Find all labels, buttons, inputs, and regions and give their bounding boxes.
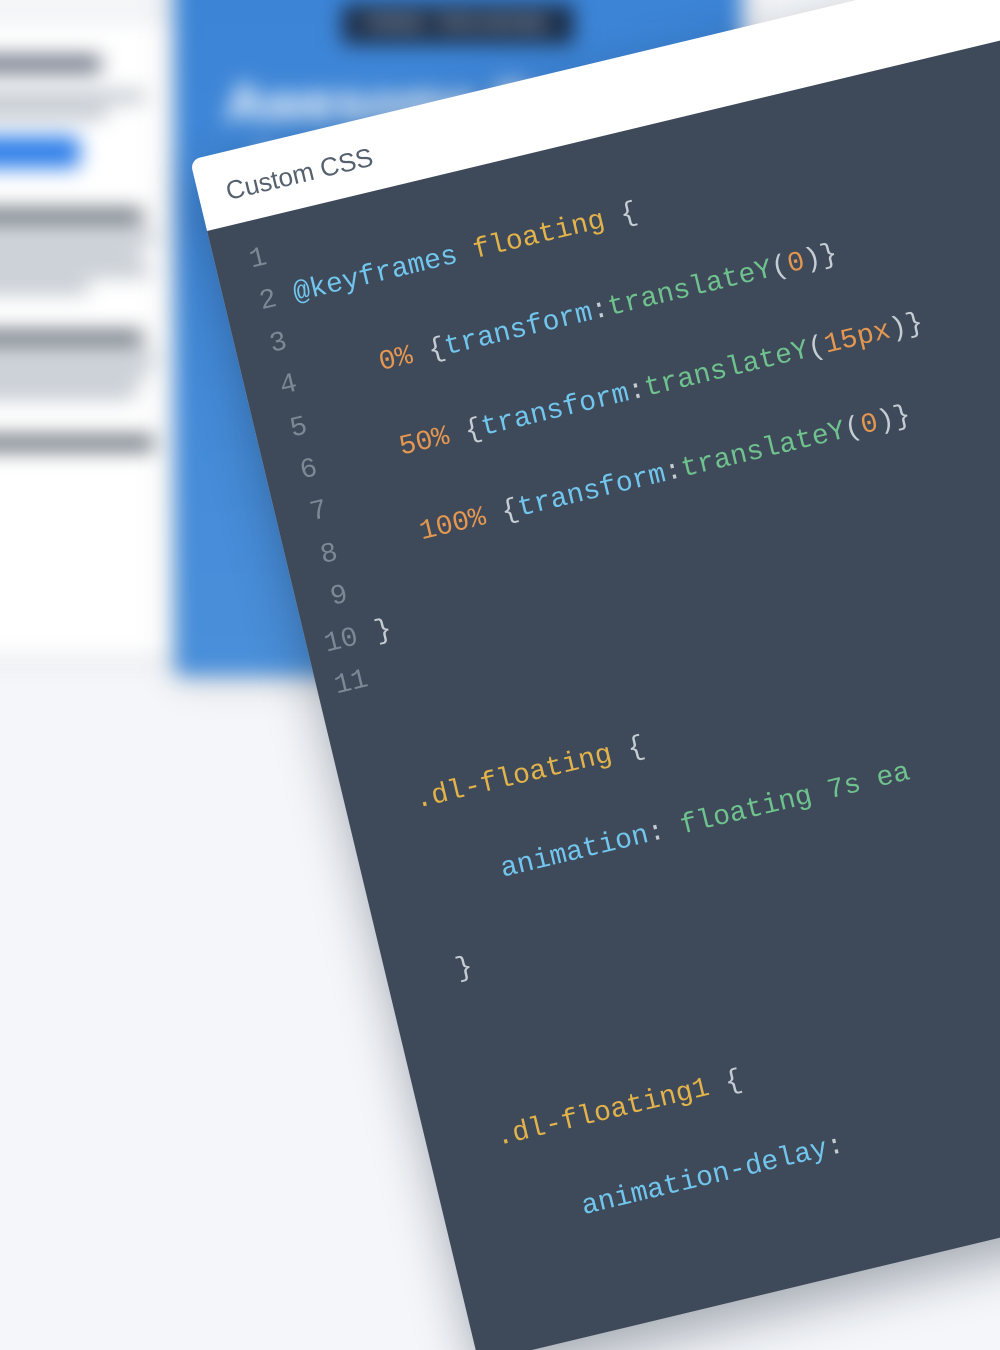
line-number: 11 <box>330 658 373 708</box>
editor-body[interactable]: 1 2 3 4 5 6 7 8 9 10 11 @keyframes float… <box>207 0 1000 1350</box>
line-number: 4 <box>259 363 302 413</box>
bg-left-card <box>0 25 185 655</box>
hero-badge: FREE TRAINING <box>342 4 573 44</box>
line-number: 9 <box>310 574 353 624</box>
line-number: 7 <box>290 490 333 540</box>
line-number: 10 <box>320 616 363 666</box>
code-area[interactable]: @keyframes floating { 0% {transform:tran… <box>279 0 1000 1329</box>
line-number: 2 <box>239 279 282 329</box>
